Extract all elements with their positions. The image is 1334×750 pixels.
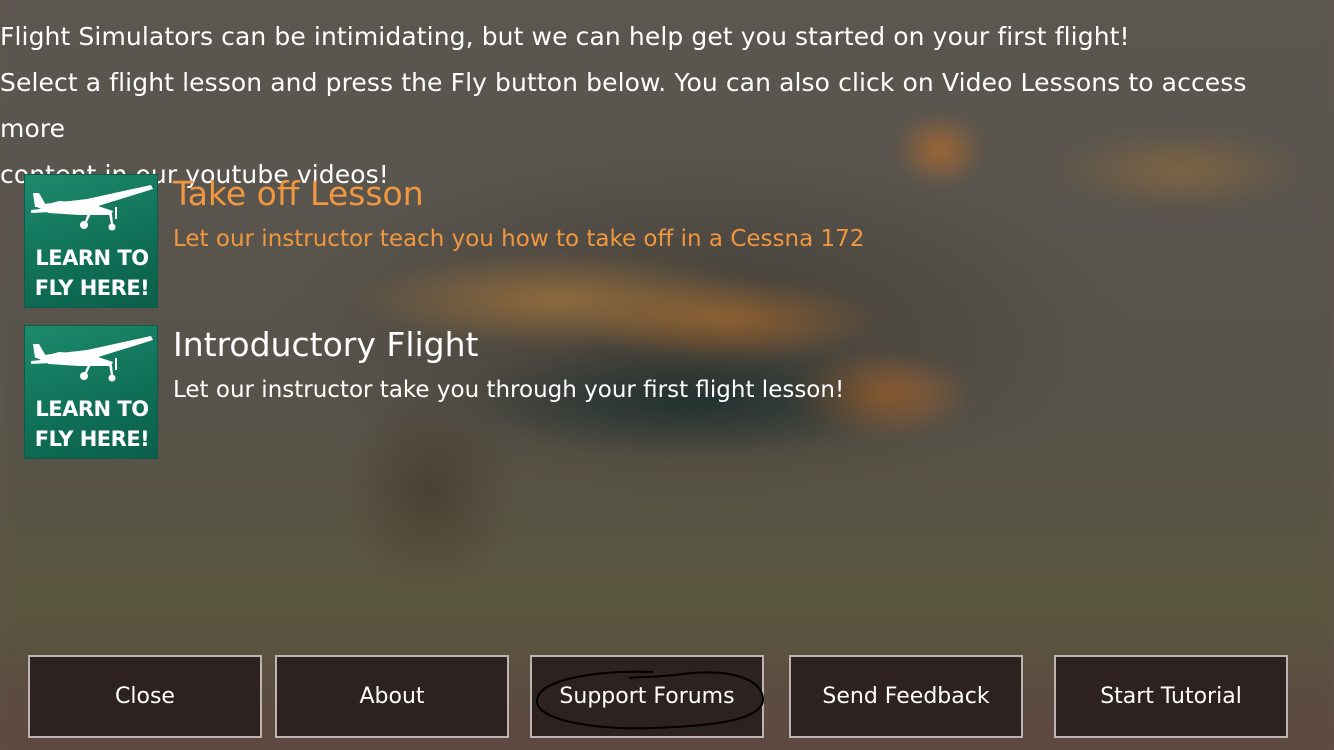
support-forums-button[interactable]: Support Forums: [530, 655, 764, 738]
airplane-icon: [31, 336, 153, 382]
intro-line-1: Flight Simulators can be intimidating, b…: [0, 22, 1130, 51]
airplane-icon: [31, 185, 153, 231]
lesson-title: Take off Lesson: [173, 174, 424, 213]
lesson-item-takeoff[interactable]: LEARN TO FLY HERE! Take off Lesson Let o…: [24, 174, 1124, 308]
send-feedback-button[interactable]: Send Feedback: [789, 655, 1023, 738]
lesson-title: Introductory Flight: [173, 325, 479, 364]
start-tutorial-button[interactable]: Start Tutorial: [1054, 655, 1288, 738]
thumb-label-line-1: LEARN TO: [35, 397, 149, 421]
lesson-thumbnail: LEARN TO FLY HERE!: [24, 174, 158, 308]
intro-line-2: Select a flight lesson and press the Fly…: [0, 68, 1247, 143]
about-button[interactable]: About: [275, 655, 509, 738]
lesson-item-introductory[interactable]: LEARN TO FLY HERE! Introductory Flight L…: [24, 325, 1124, 459]
lesson-thumbnail: LEARN TO FLY HERE!: [24, 325, 158, 459]
thumb-label-line-1: LEARN TO: [35, 246, 149, 270]
thumb-label-line-2: FLY HERE!: [34, 427, 150, 451]
thumb-label-line-2: FLY HERE!: [34, 276, 150, 300]
lesson-description: Let our instructor take you through your…: [173, 377, 845, 403]
lesson-description: Let our instructor teach you how to take…: [173, 226, 865, 252]
intro-text: Flight Simulators can be intimidating, b…: [0, 14, 1290, 198]
close-button[interactable]: Close: [28, 655, 262, 738]
